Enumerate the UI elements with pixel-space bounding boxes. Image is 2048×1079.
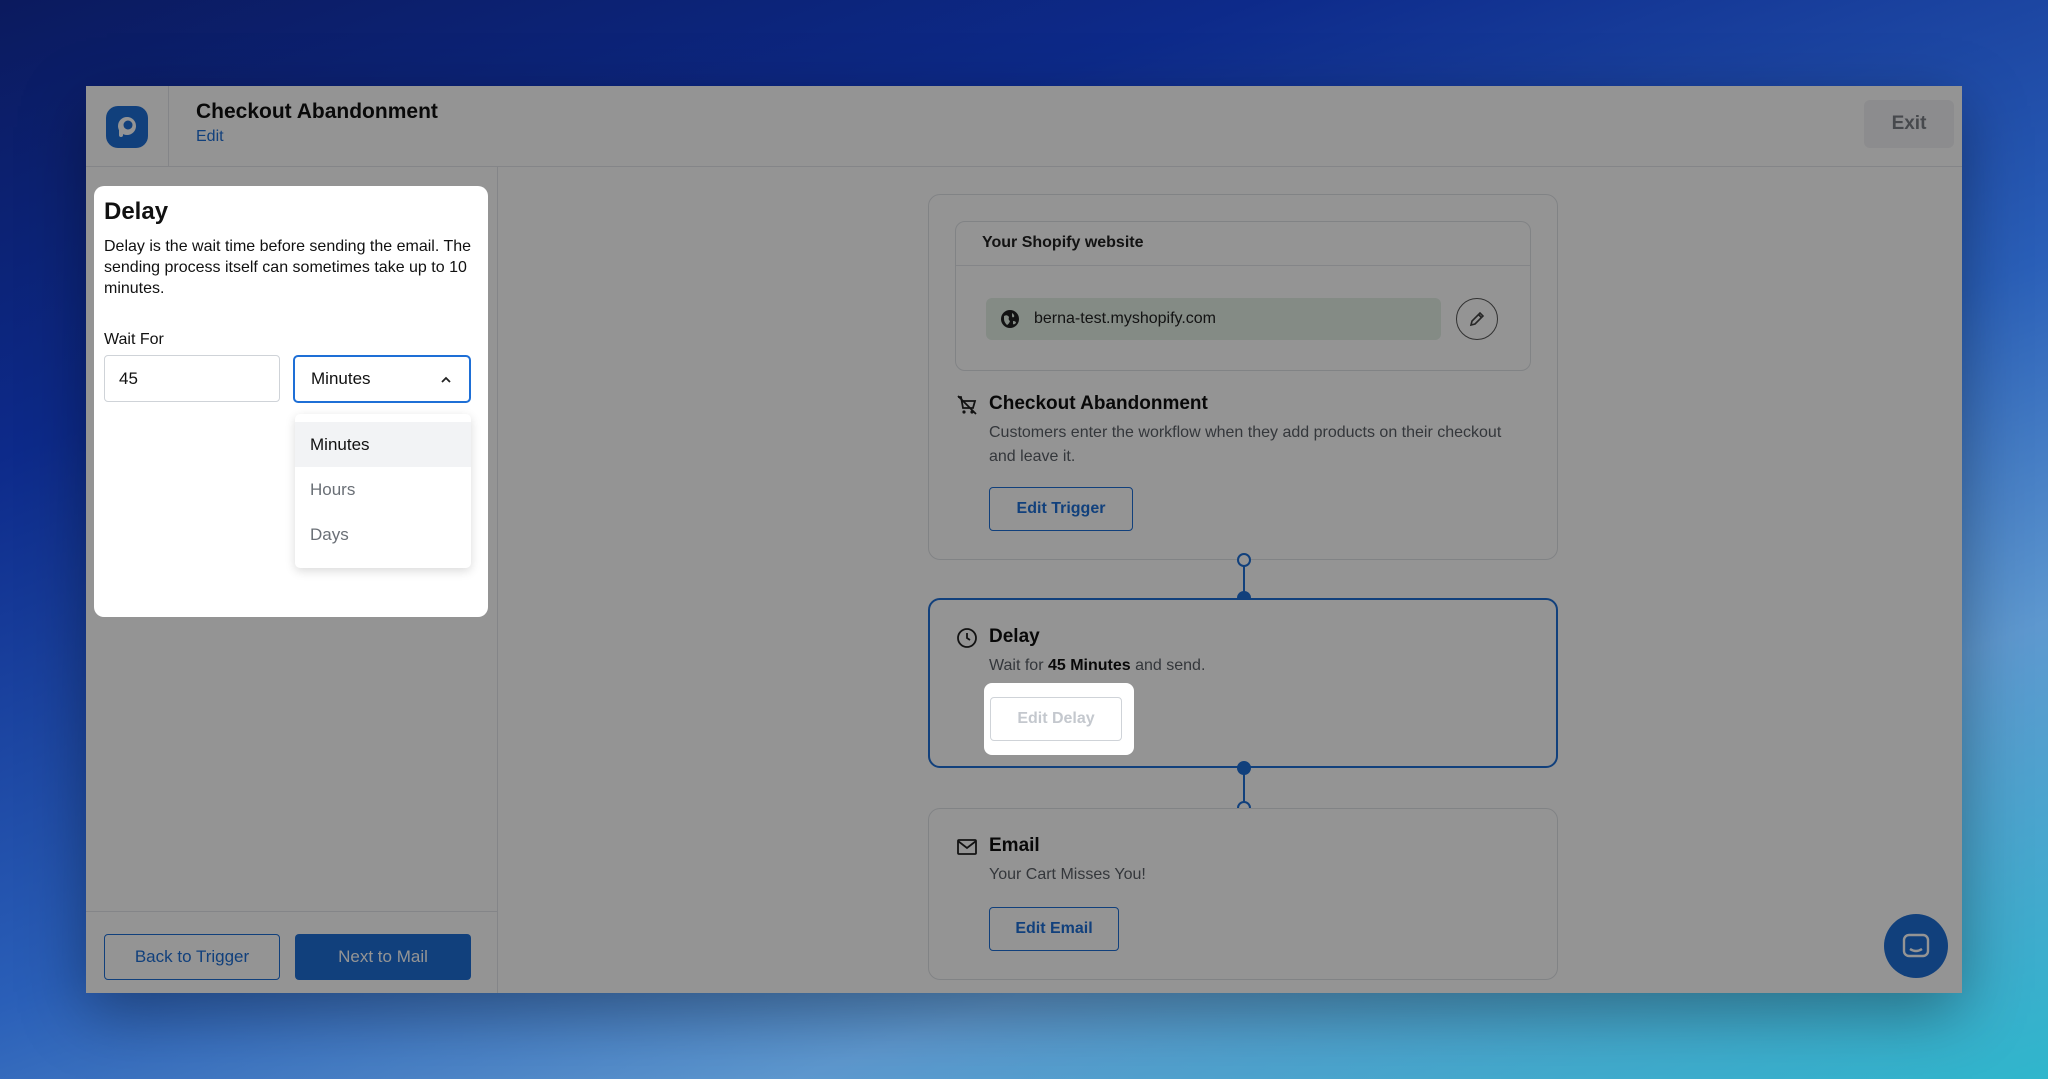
shopify-website-heading: Your Shopify website [956, 222, 1530, 266]
connector-node [1237, 553, 1251, 567]
unit-option-days[interactable]: Days [295, 512, 471, 557]
wait-for-label: Wait For [104, 331, 164, 348]
shopify-website-box: Your Shopify website berna-test.myshopif… [955, 221, 1531, 371]
delay-desc-suffix: and send. [1130, 657, 1206, 674]
wait-unit-selected: Minutes [311, 369, 371, 388]
unit-option-minutes[interactable]: Minutes [295, 422, 471, 467]
delay-panel-description: Delay is the wait time before sending th… [104, 238, 472, 297]
pencil-icon [1469, 311, 1485, 327]
edit-website-button[interactable] [1456, 298, 1498, 340]
chevron-up-icon [441, 376, 451, 383]
delay-title: Delay [989, 626, 1040, 647]
delay-desc-prefix: Wait for [989, 657, 1048, 674]
trigger-card: Your Shopify website berna-test.myshopif… [928, 194, 1558, 560]
email-card: Email Your Cart Misses You! Edit Email [928, 808, 1558, 980]
globe-icon [1001, 310, 1019, 328]
next-to-mail-button[interactable]: Next to Mail [295, 934, 471, 980]
wait-amount-input[interactable] [104, 355, 280, 402]
edit-title-link[interactable]: Edit [196, 128, 224, 146]
website-url: berna-test.myshopify.com [1034, 310, 1216, 327]
cart-off-icon [957, 395, 977, 415]
delay-panel-title: Delay [104, 198, 169, 225]
delay-description: Wait for 45 Minutes and send. [989, 654, 1509, 678]
chat-icon [1902, 933, 1930, 958]
trigger-title: Checkout Abandonment [989, 393, 1208, 414]
edit-delay-highlight: Edit Delay [984, 683, 1134, 755]
delay-settings-panel: Delay Delay is the wait time before send… [94, 186, 488, 617]
email-title: Email [989, 835, 1040, 856]
page-title: Checkout Abandonment [196, 100, 438, 123]
trigger-description: Customers enter the workflow when they a… [989, 424, 1502, 465]
website-url-pill: berna-test.myshopify.com [986, 298, 1441, 340]
edit-delay-button[interactable]: Edit Delay [990, 697, 1122, 741]
email-subject: Your Cart Misses You! [989, 866, 1146, 883]
unit-option-hours[interactable]: Hours [295, 467, 471, 512]
logo-icon [106, 105, 148, 148]
mail-icon [957, 839, 977, 855]
wait-unit-menu: Minutes Hours Days [295, 414, 471, 568]
edit-trigger-button[interactable]: Edit Trigger [989, 487, 1133, 531]
sidebar-footer: Back to Trigger Next to Mail [86, 911, 497, 993]
wait-unit-select[interactable]: Minutes [293, 355, 471, 403]
delay-desc-value: 45 Minutes [1047, 657, 1131, 674]
logo-area [86, 86, 169, 167]
connector-node [1237, 761, 1251, 775]
top-header: Checkout Abandonment Edit Exit [86, 86, 1962, 167]
exit-button[interactable]: Exit [1864, 100, 1954, 148]
edit-email-button[interactable]: Edit Email [989, 907, 1119, 951]
chat-support-button[interactable] [1884, 914, 1948, 978]
back-to-trigger-button[interactable]: Back to Trigger [104, 934, 280, 980]
clock-icon [957, 628, 977, 648]
